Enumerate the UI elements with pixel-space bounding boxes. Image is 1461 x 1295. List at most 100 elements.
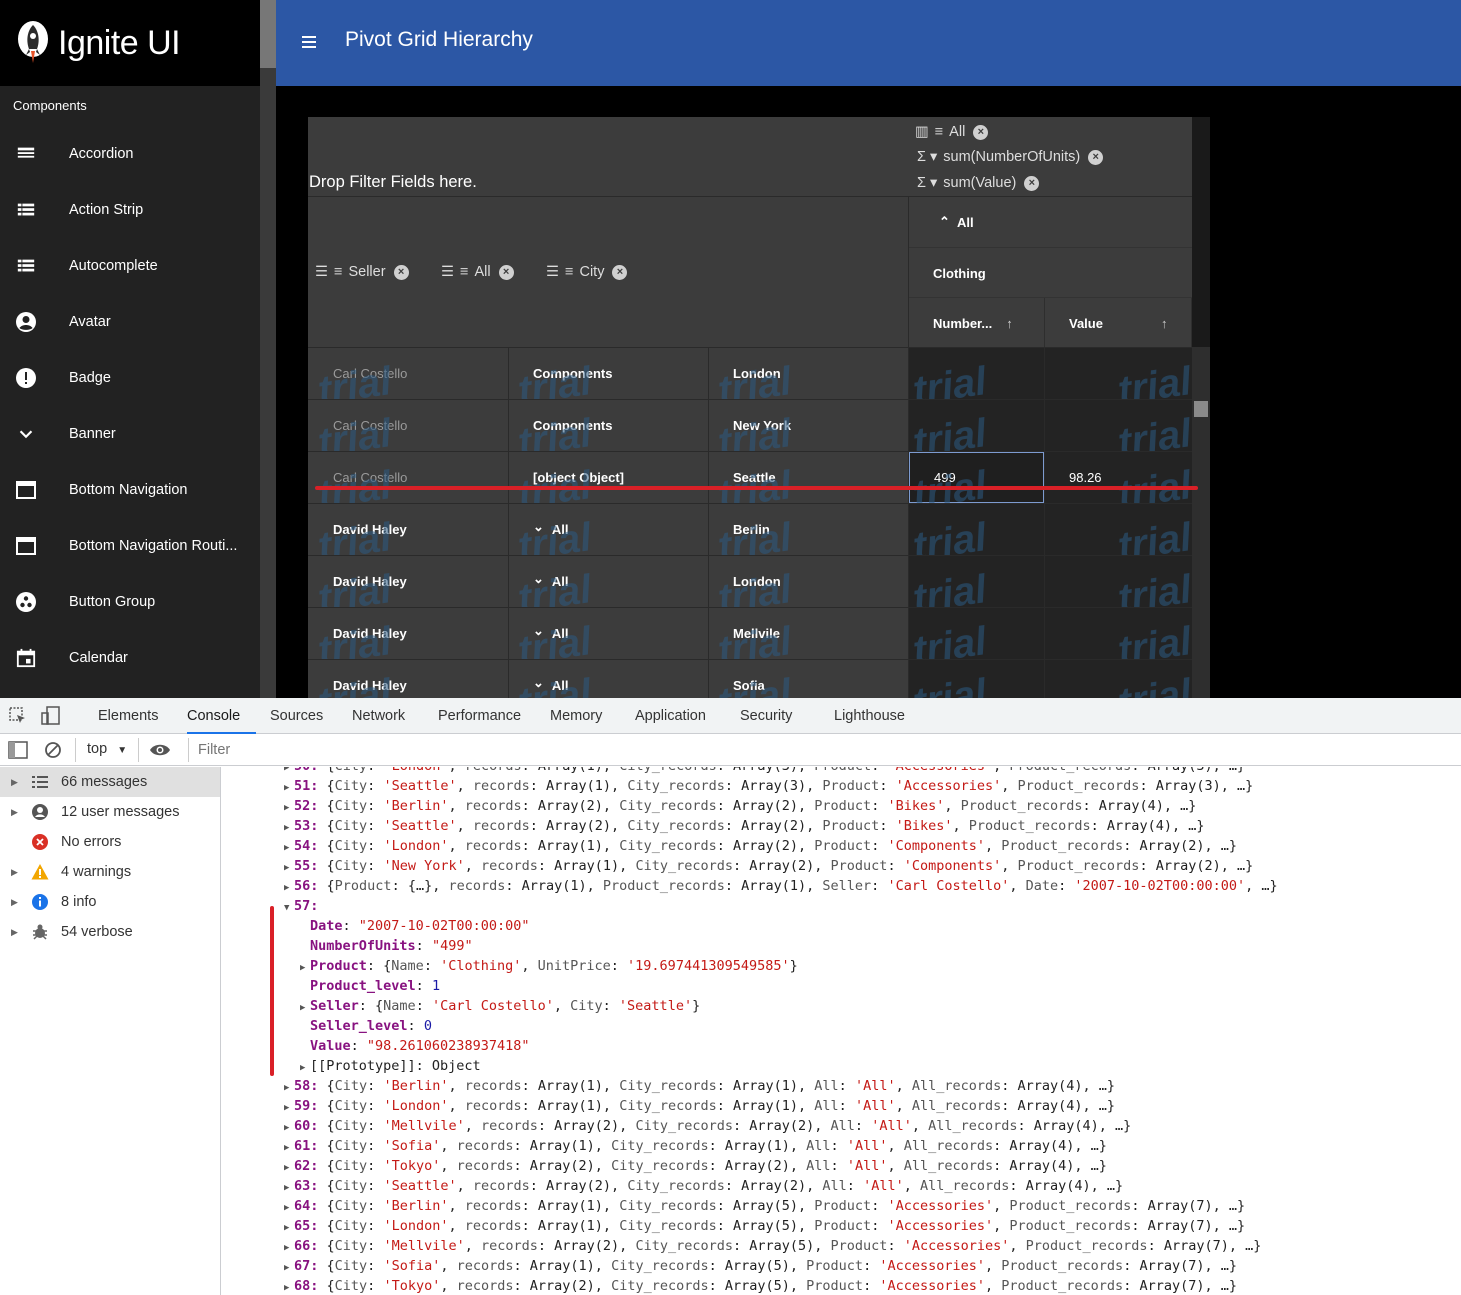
remove-chip-icon[interactable]: × xyxy=(973,124,989,140)
expand-arrow-icon[interactable]: ▶ xyxy=(284,858,294,878)
chevron-down-icon[interactable]: ⌄ xyxy=(533,623,544,639)
tab-lighthouse[interactable]: Lighthouse xyxy=(834,698,905,734)
expand-arrow-icon[interactable]: ▶ xyxy=(284,1138,294,1158)
console-line[interactable]: ▶ 56: {Product: {…}, records: Array(1), P… xyxy=(284,876,1278,896)
console-line[interactable]: ▶ 58: {City: 'Berlin', records: Array(1),… xyxy=(284,1076,1115,1096)
value-chip-value[interactable]: Σ ▾ sum(Value) × xyxy=(917,175,1040,191)
collapse-arrow-icon[interactable]: ▼ xyxy=(284,898,294,918)
product-cell[interactable]: Components xyxy=(509,400,708,451)
console-line[interactable]: ▶ [[Prototype]]: Object xyxy=(300,1056,481,1076)
value-cell[interactable] xyxy=(1045,348,1192,399)
tab-elements[interactable]: Elements xyxy=(98,698,158,734)
expand-arrow-icon[interactable]: ▶ xyxy=(284,1098,294,1118)
column-chip[interactable]: ▥ ≡ All × xyxy=(915,124,989,140)
units-cell[interactable] xyxy=(909,608,1044,659)
console-filter-input[interactable] xyxy=(192,737,1452,763)
live-expression-eye-icon[interactable] xyxy=(149,742,171,758)
seller-cell[interactable]: David Haley xyxy=(308,504,508,555)
logo[interactable]: Ignite UI xyxy=(0,0,260,86)
product-cell[interactable]: [object Object] xyxy=(509,452,708,503)
sidebar-scroll-thumb[interactable] xyxy=(260,0,276,68)
console-line[interactable]: ▶ 67: {City: 'Sofia', records: Array(1), … xyxy=(284,1256,1237,1276)
console-line[interactable]: ▶ 62: {City: 'Tokyo', records: Array(2), … xyxy=(284,1156,1107,1176)
remove-chip-icon[interactable]: × xyxy=(498,264,514,280)
filter-icon[interactable]: ≡ xyxy=(935,124,943,140)
console-line[interactable]: ▶ 64: {City: 'Berlin', records: Array(1),… xyxy=(284,1196,1245,1216)
row-chip-seller[interactable]: ☰ ≡ Seller × xyxy=(315,264,409,280)
context-selector[interactable]: top ▼ xyxy=(87,741,127,757)
city-cell[interactable]: New York xyxy=(709,400,908,451)
expand-arrow-icon[interactable]: ▶ xyxy=(284,1078,294,1098)
seller-cell[interactable]: Carl Costello xyxy=(308,348,508,399)
units-cell[interactable]: 499 xyxy=(909,452,1044,503)
console-line[interactable]: ▶ 52: {City: 'Berlin', records: Array(2),… xyxy=(284,796,1196,816)
inspect-element-icon[interactable] xyxy=(9,707,27,725)
tab-console[interactable]: Console xyxy=(187,698,256,734)
sidebar-item-banner[interactable]: Banner xyxy=(0,406,260,462)
value-cell[interactable] xyxy=(1045,660,1192,698)
expand-arrow-icon[interactable]: ▶ xyxy=(284,1158,294,1178)
expand-arrow-icon[interactable]: ▶ xyxy=(300,1058,310,1078)
product-cell[interactable]: ⌄ All xyxy=(509,504,708,555)
sidebar-item-autocomplete[interactable]: Autocomplete xyxy=(0,238,260,294)
remove-chip-icon[interactable]: × xyxy=(1088,149,1104,165)
seller-cell[interactable]: Carl Costello xyxy=(308,452,508,503)
expand-arrow-icon[interactable]: ▶ xyxy=(284,778,294,798)
console-line[interactable]: ▶ Seller: {Name: 'Carl Costello', City: '… xyxy=(300,996,700,1016)
city-cell[interactable]: Seattle xyxy=(709,452,908,503)
remove-chip-icon[interactable]: × xyxy=(612,264,628,280)
tab-network[interactable]: Network xyxy=(352,698,405,734)
units-cell[interactable] xyxy=(909,504,1044,555)
remove-chip-icon[interactable]: × xyxy=(393,264,409,280)
sort-arrow-up-icon[interactable]: ↑ xyxy=(1161,316,1168,331)
measure-header-units[interactable]: Number... ↑ xyxy=(909,298,1045,348)
console-line[interactable]: ▶ 53: {City: 'Seattle', records: Array(2)… xyxy=(284,816,1204,836)
sigma-icon[interactable]: Σ ▾ xyxy=(917,149,937,165)
filter-icon[interactable]: ≡ xyxy=(565,264,573,280)
column-header-all[interactable]: ⌃ All xyxy=(909,197,1192,247)
expand-arrow-icon[interactable]: ▶ xyxy=(11,927,18,938)
console-line[interactable]: ▶ 54: {City: 'London', records: Array(1),… xyxy=(284,836,1237,856)
expand-arrow-icon[interactable]: ▶ xyxy=(284,818,294,838)
expand-arrow-icon[interactable]: ▶ xyxy=(284,798,294,818)
value-cell[interactable] xyxy=(1045,400,1192,451)
console-line[interactable]: ▶50: {City: 'London', records: Array(1),… xyxy=(284,767,1245,776)
remove-chip-icon[interactable]: × xyxy=(1024,175,1040,191)
column-header-clothing[interactable]: Clothing xyxy=(909,247,1192,297)
city-cell[interactable]: Mellvile xyxy=(709,608,908,659)
drag-handle-icon[interactable]: ☰ xyxy=(441,264,454,280)
sidebar-item-badge[interactable]: Badge xyxy=(0,350,260,406)
clear-console-icon[interactable] xyxy=(44,741,62,759)
sigma-icon[interactable]: Σ ▾ xyxy=(917,175,937,191)
product-cell[interactable]: Components xyxy=(509,348,708,399)
value-cell[interactable]: 98.26 xyxy=(1045,452,1192,503)
sidebar-item-calendar[interactable]: Calendar xyxy=(0,630,260,686)
tab-sources[interactable]: Sources xyxy=(270,698,323,734)
chevron-down-icon[interactable]: ⌄ xyxy=(533,675,544,691)
chevron-down-icon[interactable]: ⌄ xyxy=(533,519,544,535)
value-cell[interactable] xyxy=(1045,504,1192,555)
console-line[interactable]: ▶ 63: {City: 'Seattle', records: Array(2)… xyxy=(284,1176,1123,1196)
expand-arrow-icon[interactable]: ▶ xyxy=(284,1118,294,1138)
city-cell[interactable]: Sofia xyxy=(709,660,908,698)
console-filter-error[interactable]: No errors xyxy=(0,827,220,857)
sort-arrow-up-icon[interactable]: ↑ xyxy=(1006,316,1013,331)
grid-vertical-scrollbar[interactable] xyxy=(1192,347,1210,698)
units-cell[interactable] xyxy=(909,400,1044,451)
expand-arrow-icon[interactable]: ▶ xyxy=(284,1178,294,1198)
console-line[interactable]: ▶ 65: {City: 'London', records: Array(1),… xyxy=(284,1216,1245,1236)
console-line[interactable]: ▶ Product: {Name: 'Clothing', UnitPrice: … xyxy=(300,956,798,976)
value-cell[interactable] xyxy=(1045,556,1192,607)
filter-icon[interactable]: ≡ xyxy=(460,264,468,280)
measure-header-value[interactable]: Value ↑ xyxy=(1045,298,1192,348)
seller-cell[interactable]: David Haley xyxy=(308,608,508,659)
expand-arrow-icon[interactable]: ▶ xyxy=(11,897,18,908)
tab-memory[interactable]: Memory xyxy=(550,698,602,734)
chevron-up-icon[interactable]: ⌃ xyxy=(939,214,950,230)
console-filter-list[interactable]: ▶ 66 messages xyxy=(0,767,220,797)
sidebar-scrollbar[interactable] xyxy=(260,0,276,698)
expand-arrow-icon[interactable]: ▶ xyxy=(284,838,294,858)
console-filter-warning[interactable]: ▶ 4 warnings xyxy=(0,857,220,887)
console-filter-verbose[interactable]: ▶ 54 verbose xyxy=(0,917,220,947)
sidebar-item-avatar[interactable]: Avatar xyxy=(0,294,260,350)
